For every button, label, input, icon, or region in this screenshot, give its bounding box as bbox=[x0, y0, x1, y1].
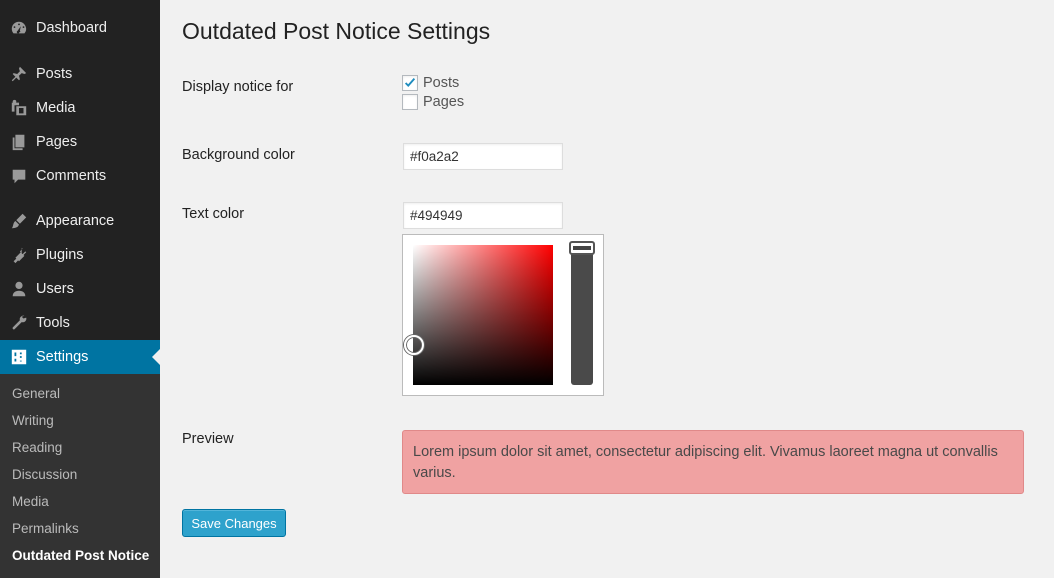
posts-checkbox-label: Posts bbox=[423, 75, 460, 91]
submenu-item-media[interactable]: Media bbox=[12, 494, 49, 509]
dashboard-icon bbox=[0, 11, 36, 45]
comment-icon bbox=[0, 159, 36, 193]
menu-item-tools[interactable]: Tools bbox=[0, 306, 160, 340]
pages-checkbox-label: Pages bbox=[423, 94, 465, 110]
pages-checkbox[interactable] bbox=[402, 94, 418, 110]
user-icon bbox=[0, 272, 36, 306]
posts-checkbox-row[interactable]: Posts bbox=[402, 75, 459, 91]
menu-item-plugins[interactable]: Plugins bbox=[0, 238, 160, 272]
color-picker bbox=[402, 234, 604, 396]
menu-item-comments[interactable]: Comments bbox=[0, 159, 160, 193]
menu-label: Tools bbox=[36, 315, 70, 331]
menu-label: Users bbox=[36, 281, 74, 297]
text-color-input[interactable] bbox=[403, 202, 563, 229]
color-picker-handle[interactable] bbox=[404, 335, 424, 355]
background-color-label: Background color bbox=[182, 147, 295, 163]
menu-label: Appearance bbox=[36, 213, 115, 229]
menu-label: Plugins bbox=[36, 247, 84, 263]
menu-item-media[interactable]: Media bbox=[0, 91, 160, 125]
menu-label: Settings bbox=[36, 349, 89, 365]
menu-label: Pages bbox=[36, 134, 78, 150]
plug-icon bbox=[0, 238, 36, 272]
menu-item-settings[interactable]: Settings bbox=[0, 340, 160, 374]
submenu-item-discussion[interactable]: Discussion bbox=[12, 467, 77, 482]
brush-icon bbox=[0, 204, 36, 238]
color-saturation-square[interactable] bbox=[413, 245, 553, 385]
menu-item-dashboard[interactable]: Dashboard bbox=[0, 11, 160, 45]
menu-item-posts[interactable]: Posts bbox=[0, 57, 160, 91]
submenu-item-writing[interactable]: Writing bbox=[12, 413, 54, 428]
submenu-item-general[interactable]: General bbox=[12, 386, 60, 401]
media-icon bbox=[0, 91, 36, 125]
submenu-item-permalinks[interactable]: Permalinks bbox=[12, 521, 79, 536]
settings-icon bbox=[0, 340, 36, 374]
menu-label: Media bbox=[36, 100, 76, 116]
menu-item-appearance[interactable]: Appearance bbox=[0, 204, 160, 238]
pin-icon bbox=[0, 57, 36, 91]
submenu-item-reading[interactable]: Reading bbox=[12, 440, 62, 455]
hue-slider[interactable] bbox=[571, 245, 593, 385]
posts-checkbox[interactable] bbox=[402, 75, 418, 91]
admin-sidebar: Dashboard Posts Media Pages Comments App… bbox=[0, 0, 160, 578]
submenu-item-outdated-post-notice[interactable]: Outdated Post Notice bbox=[12, 548, 149, 563]
menu-label: Posts bbox=[36, 66, 73, 82]
settings-submenu: General Writing Reading Discussion Media… bbox=[0, 374, 160, 578]
pages-checkbox-row[interactable]: Pages bbox=[402, 94, 464, 110]
pages-icon bbox=[0, 125, 36, 159]
menu-label: Comments bbox=[36, 168, 107, 184]
wrench-icon bbox=[0, 306, 36, 340]
text-color-label: Text color bbox=[182, 206, 245, 222]
save-changes-button[interactable]: Save Changes bbox=[182, 509, 286, 537]
menu-item-pages[interactable]: Pages bbox=[0, 125, 160, 159]
display-notice-label: Display notice for bbox=[182, 79, 294, 95]
background-color-input[interactable] bbox=[403, 143, 563, 170]
checkmark-icon bbox=[404, 77, 416, 88]
menu-item-users[interactable]: Users bbox=[0, 272, 160, 306]
notice-preview: Lorem ipsum dolor sit amet, consectetur … bbox=[402, 430, 1024, 494]
menu-label: Dashboard bbox=[36, 20, 107, 36]
preview-label: Preview bbox=[182, 431, 234, 447]
hue-slider-handle[interactable] bbox=[569, 241, 595, 255]
page-title: Outdated Post Notice Settings bbox=[182, 18, 491, 44]
